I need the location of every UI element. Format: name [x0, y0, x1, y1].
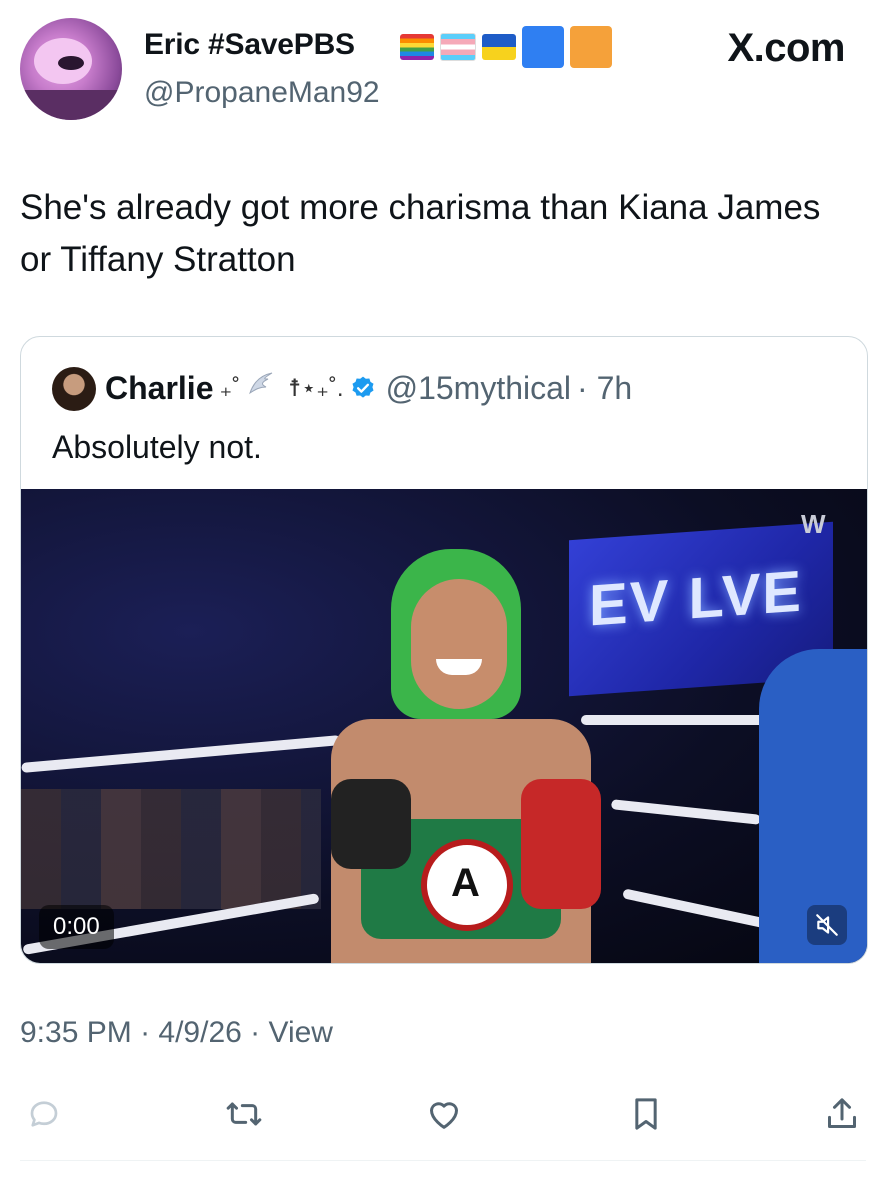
brand-mark: W — [801, 509, 826, 539]
trans-flag-icon — [440, 33, 476, 61]
retweet-icon — [226, 1102, 262, 1126]
ring-rope — [21, 735, 341, 773]
video-player[interactable]: EV LVE W A 0:00 — [21, 489, 867, 963]
quoted-text: Absolutely not. — [52, 429, 262, 465]
blue-square-icon — [522, 26, 564, 68]
wrestler-glove-left — [331, 779, 411, 869]
verified-badge-icon — [352, 376, 374, 398]
quoted-name-decoration: ₊˚ — [219, 374, 241, 402]
ring-rope — [610, 799, 762, 825]
rainbow-flag-icon — [400, 34, 434, 60]
site-label: X.com — [727, 26, 845, 70]
tweet-date[interactable]: · 4/9/26 — [140, 1016, 242, 1049]
display-name[interactable]: Eric #SavePBS — [144, 28, 355, 62]
crowd — [21, 789, 321, 909]
quoted-tweet-card[interactable]: Charlie ₊˚ ☨⋆₊˚. @15mythical · 7h Absolu… — [20, 336, 868, 964]
like-button[interactable] — [420, 1090, 468, 1138]
avatar[interactable] — [20, 18, 122, 120]
quoted-avatar[interactable] — [52, 367, 96, 411]
ukraine-flag-icon — [482, 34, 516, 60]
tweet-meta: 9:35 PM · 4/9/26 · View — [20, 1016, 333, 1050]
mute-button[interactable] — [807, 905, 847, 945]
action-bar — [20, 1090, 866, 1138]
reply-icon — [30, 1101, 58, 1127]
ring-rope — [581, 715, 781, 725]
wrestler-glove-right — [521, 779, 601, 909]
name-emoji-flags — [400, 26, 612, 68]
angel-wing-icon — [246, 369, 276, 407]
orange-square-icon — [570, 26, 612, 68]
quoted-header: Charlie ₊˚ ☨⋆₊˚. @15mythical · 7h — [105, 369, 632, 407]
tweet-text: She's already got more charisma than Kia… — [20, 188, 821, 279]
share-icon — [828, 1098, 856, 1128]
user-handle[interactable]: @PropaneMan92 — [144, 76, 380, 110]
video-time: 0:00 — [39, 905, 114, 949]
bookmark-button[interactable] — [622, 1090, 670, 1138]
quoted-display-name[interactable]: Charlie — [105, 370, 213, 407]
divider — [20, 1160, 866, 1161]
quoted-name-decoration-2: ☨⋆₊˚. — [288, 374, 344, 402]
wrestler-face — [411, 579, 507, 709]
like-icon — [430, 1102, 458, 1129]
tweet-time[interactable]: 9:35 PM — [20, 1016, 132, 1049]
wrestler-logo: A — [421, 839, 513, 931]
view-link[interactable]: · View — [250, 1016, 333, 1049]
quoted-handle[interactable]: @15mythical — [386, 370, 571, 407]
avatar-art — [58, 56, 84, 70]
share-button[interactable] — [818, 1090, 866, 1138]
retweet-button[interactable] — [220, 1090, 268, 1138]
avatar-art — [20, 90, 122, 120]
bookmark-icon — [635, 1098, 657, 1130]
reply-button[interactable] — [20, 1090, 68, 1138]
quoted-timestamp[interactable]: · 7h — [577, 370, 632, 407]
wrestler: A — [311, 549, 611, 963]
muted-speaker-icon — [816, 914, 838, 936]
